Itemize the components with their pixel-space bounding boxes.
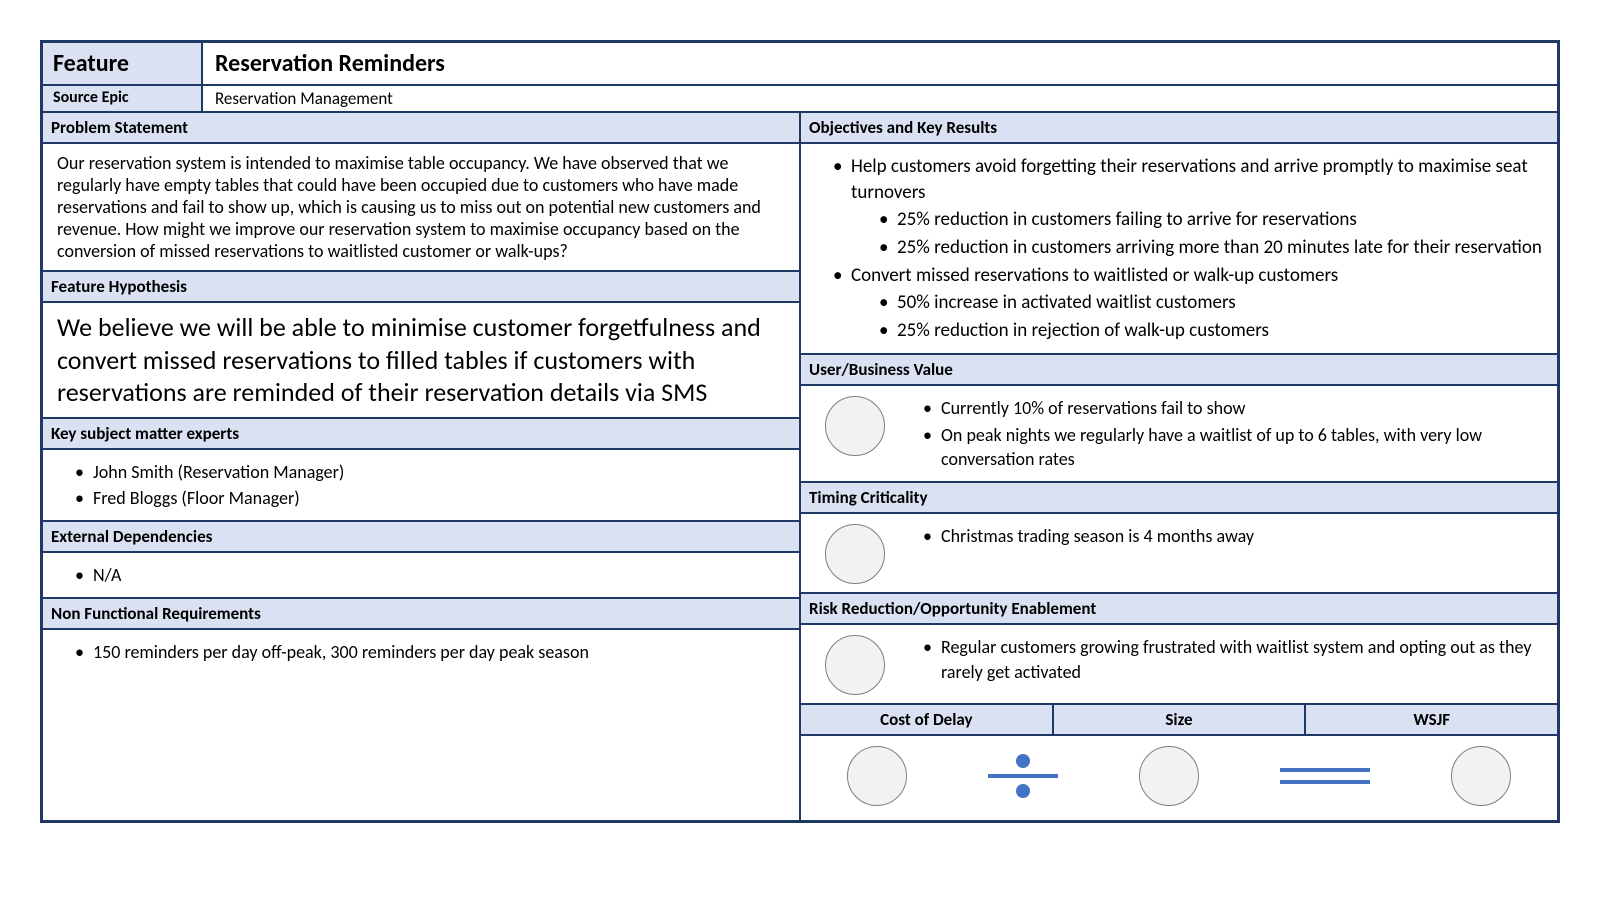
source-epic-row: Source Epic Reservation Management — [42, 85, 1558, 112]
feature-hypothesis-header: Feature Hypothesis — [42, 271, 800, 302]
external-deps-header: External Dependencies — [42, 521, 800, 552]
nfr-header: Non Functional Requirements — [42, 598, 800, 629]
main-columns: Problem Statement Our reservation system… — [42, 112, 1558, 821]
ubv-body: Currently 10% of reservations fail to sh… — [800, 385, 1558, 482]
sme-header: Key subject matter experts — [42, 418, 800, 449]
wsjf-value-circle — [1451, 746, 1511, 806]
right-column: Objectives and Key Results Help customer… — [800, 112, 1558, 821]
nfr-body: 150 reminders per day off-peak, 300 remi… — [42, 629, 800, 821]
wsjf-label: WSJF — [1305, 704, 1558, 735]
source-epic-label: Source Epic — [42, 85, 202, 112]
ext-dep-item: N/A — [75, 563, 785, 587]
problem-statement-header: Problem Statement — [42, 112, 800, 143]
okr-objective-text: Help customers avoid forgetting their re… — [851, 155, 1528, 204]
okr-objective: Help customers avoid forgetting their re… — [833, 154, 1543, 261]
external-deps-body: N/A — [42, 552, 800, 598]
risk-item: Regular customers growing frustrated wit… — [923, 635, 1543, 684]
okr-header: Objectives and Key Results — [800, 112, 1558, 143]
feature-value: Reservation Reminders — [202, 42, 1558, 85]
timing-item: Christmas trading season is 4 months awa… — [923, 524, 1543, 548]
okr-objective-text: Convert missed reservations to waitliste… — [851, 264, 1338, 287]
ubv-item: Currently 10% of reservations fail to sh… — [923, 396, 1543, 420]
okr-objective: Convert missed reservations to waitliste… — [833, 263, 1543, 344]
timing-header: Timing Criticality — [800, 482, 1558, 513]
okr-key-result: 25% reduction in customers failing to ar… — [879, 207, 1543, 233]
feature-canvas: Feature Reservation Reminders Source Epi… — [40, 40, 1560, 823]
feature-row: Feature Reservation Reminders — [42, 42, 1558, 85]
timing-score-circle — [825, 524, 885, 584]
cod-label: Cost of Delay — [800, 704, 1053, 735]
divide-icon — [988, 754, 1058, 798]
ubv-item: On peak nights we regularly have a waitl… — [923, 423, 1543, 472]
risk-score-circle — [825, 635, 885, 695]
okr-key-result: 25% reduction in rejection of walk-up cu… — [879, 318, 1543, 344]
okr-key-result: 50% increase in activated waitlist custo… — [879, 290, 1543, 316]
sme-body: John Smith (Reservation Manager) Fred Bl… — [42, 449, 800, 522]
problem-statement-body: Our reservation system is intended to ma… — [42, 143, 800, 271]
size-label: Size — [1053, 704, 1306, 735]
sme-item: Fred Bloggs (Floor Manager) — [75, 486, 785, 510]
nfr-item: 150 reminders per day off-peak, 300 remi… — [75, 640, 785, 664]
okr-body: Help customers avoid forgetting their re… — [800, 143, 1558, 354]
ubv-score-circle — [825, 396, 885, 456]
left-column: Problem Statement Our reservation system… — [42, 112, 800, 821]
ubv-header: User/Business Value — [800, 354, 1558, 385]
cod-value-circle — [847, 746, 907, 806]
timing-body: Christmas trading season is 4 months awa… — [800, 513, 1558, 593]
risk-body: Regular customers growing frustrated wit… — [800, 624, 1558, 704]
wsjf-calc: Cost of Delay Size WSJF — [800, 704, 1558, 821]
size-value-circle — [1139, 746, 1199, 806]
equals-icon — [1280, 768, 1370, 784]
feature-label: Feature — [42, 42, 202, 85]
risk-header: Risk Reduction/Opportunity Enablement — [800, 593, 1558, 624]
okr-key-result: 25% reduction in customers arriving more… — [879, 235, 1543, 261]
source-epic-value: Reservation Management — [202, 85, 1558, 112]
feature-hypothesis-body: We believe we will be able to minimise c… — [42, 302, 800, 418]
sme-item: John Smith (Reservation Manager) — [75, 460, 785, 484]
